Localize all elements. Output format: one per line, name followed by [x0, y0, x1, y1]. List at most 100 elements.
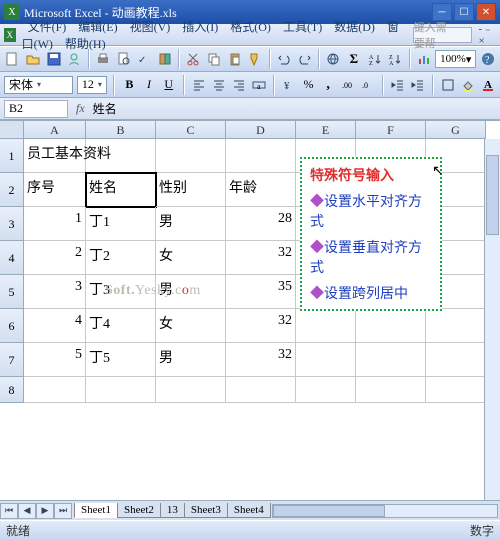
maximize-button[interactable]: ☐	[454, 3, 474, 21]
cell-E6[interactable]	[296, 309, 356, 343]
row-header[interactable]: 6	[0, 309, 24, 343]
cell-D8[interactable]	[226, 377, 296, 403]
cell-D1[interactable]	[226, 139, 296, 173]
menu-item[interactable]: 视图(V)	[124, 18, 177, 36]
cell-A1[interactable]: 员工基本资料	[24, 139, 86, 173]
menu-item[interactable]: 数据(D)	[328, 18, 381, 36]
cell-B1[interactable]	[86, 139, 156, 173]
cell-D2[interactable]: 年龄	[226, 173, 296, 207]
cell-E8[interactable]	[296, 377, 356, 403]
bold-button[interactable]: B	[121, 74, 137, 96]
chart-icon[interactable]	[415, 48, 434, 70]
menu-item[interactable]: 工具(T)	[277, 18, 328, 36]
cell-C4[interactable]: 女	[156, 241, 226, 275]
close-button[interactable]: ✕	[476, 3, 496, 21]
horizontal-scrollbar[interactable]	[272, 504, 498, 518]
font-color-icon[interactable]: A	[480, 74, 496, 96]
sheet-tab[interactable]: Sheet2	[117, 503, 161, 518]
italic-button[interactable]: I	[141, 74, 157, 96]
cell-C2[interactable]: 性别	[156, 173, 226, 207]
font-size-combo[interactable]: 12▾	[77, 76, 108, 94]
borders-icon[interactable]	[440, 74, 456, 96]
sort-desc-icon[interactable]: ZA	[386, 48, 405, 70]
merge-center-icon[interactable]: a	[251, 74, 267, 96]
cell-A7[interactable]: 5	[24, 343, 86, 377]
tab-next-icon[interactable]: ▶	[36, 503, 54, 519]
vertical-scrollbar[interactable]	[484, 139, 500, 500]
name-box[interactable]: B2	[4, 100, 68, 118]
open-icon[interactable]	[24, 48, 43, 70]
menu-item[interactable]: 格式(O)	[224, 18, 277, 36]
sheet-tab[interactable]: Sheet1	[74, 503, 118, 518]
cell-B2[interactable]: 姓名	[86, 173, 156, 207]
percent-icon[interactable]: %	[301, 74, 317, 96]
workbook-icon[interactable]: X	[4, 28, 16, 42]
cell-C7[interactable]: 男	[156, 343, 226, 377]
cell-A8[interactable]	[24, 377, 86, 403]
cell-A6[interactable]: 4	[24, 309, 86, 343]
copy-icon[interactable]	[205, 48, 224, 70]
sheet-tab[interactable]: Sheet4	[227, 503, 271, 518]
cell-A3[interactable]: 1	[24, 207, 86, 241]
fill-color-icon[interactable]	[460, 74, 476, 96]
font-name-combo[interactable]: 宋体▾	[4, 76, 73, 94]
row-header[interactable]: 4	[0, 241, 24, 275]
sheet-tab[interactable]: 13	[160, 503, 185, 518]
hyperlink-icon[interactable]	[324, 48, 343, 70]
cell-C5[interactable]: 男	[156, 275, 226, 309]
cell-D6[interactable]: 32	[226, 309, 296, 343]
menu-item[interactable]: 插入(I)	[176, 18, 224, 36]
paste-icon[interactable]	[225, 48, 244, 70]
cell-C1[interactable]	[156, 139, 226, 173]
formula-value[interactable]: 姓名	[89, 100, 500, 117]
cell-F7[interactable]	[356, 343, 426, 377]
zoom-combo[interactable]: 100%▾	[435, 50, 476, 68]
tab-last-icon[interactable]: ⏭	[54, 503, 72, 519]
save-icon[interactable]	[44, 48, 63, 70]
spell-icon[interactable]: ✓	[135, 48, 154, 70]
cell-B3[interactable]: 丁1	[86, 207, 156, 241]
underline-button[interactable]: U	[161, 74, 177, 96]
column-header[interactable]: C	[156, 121, 226, 139]
column-header[interactable]: B	[86, 121, 156, 139]
help-icon[interactable]: ?	[478, 48, 497, 70]
tab-first-icon[interactable]: ⏮	[0, 503, 18, 519]
cell-B4[interactable]: 丁2	[86, 241, 156, 275]
research-icon[interactable]	[155, 48, 174, 70]
undo-icon[interactable]	[275, 48, 294, 70]
row-header[interactable]: 5	[0, 275, 24, 309]
permission-icon[interactable]	[65, 48, 84, 70]
currency-icon[interactable]: ¥	[281, 74, 297, 96]
cell-B7[interactable]: 丁5	[86, 343, 156, 377]
column-header[interactable]: A	[24, 121, 86, 139]
decrease-decimal-icon[interactable]: .0	[360, 74, 376, 96]
cell-G7[interactable]	[426, 343, 486, 377]
cell-B8[interactable]	[86, 377, 156, 403]
comma-icon[interactable]: ,	[320, 74, 336, 96]
cell-F8[interactable]	[356, 377, 426, 403]
menu-item[interactable]: 文件(F)	[22, 18, 73, 36]
new-icon[interactable]	[3, 48, 22, 70]
menu-item[interactable]: 编辑(E)	[72, 18, 123, 36]
cell-A4[interactable]: 2	[24, 241, 86, 275]
cell-D7[interactable]: 32	[226, 343, 296, 377]
sheet-tab[interactable]: Sheet3	[184, 503, 228, 518]
sort-asc-icon[interactable]: AZ	[365, 48, 384, 70]
cell-C6[interactable]: 女	[156, 309, 226, 343]
fx-icon[interactable]: fx	[76, 101, 85, 116]
align-center-icon[interactable]	[211, 74, 227, 96]
increase-decimal-icon[interactable]: .00	[340, 74, 356, 96]
select-all-corner[interactable]	[0, 121, 24, 139]
column-header[interactable]: F	[356, 121, 426, 139]
cell-D3[interactable]: 28	[226, 207, 296, 241]
decrease-indent-icon[interactable]	[390, 74, 406, 96]
cell-E7[interactable]	[296, 343, 356, 377]
row-header[interactable]: 8	[0, 377, 24, 403]
cell-D5[interactable]: 35	[226, 275, 296, 309]
row-header[interactable]: 2	[0, 173, 24, 207]
cell-C3[interactable]: 男	[156, 207, 226, 241]
row-header[interactable]: 3	[0, 207, 24, 241]
cell-C8[interactable]	[156, 377, 226, 403]
print-icon[interactable]	[94, 48, 113, 70]
help-search[interactable]: 键入需要帮	[413, 27, 473, 43]
